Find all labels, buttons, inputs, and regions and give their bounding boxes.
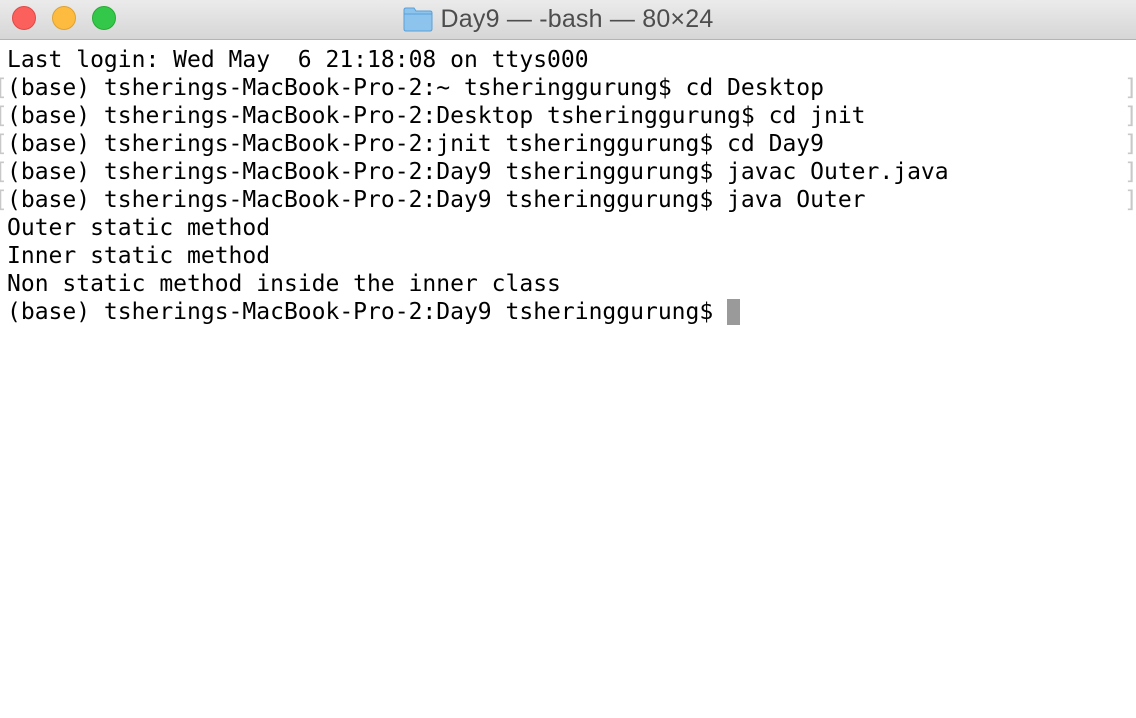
mark-left: [ <box>0 186 8 214</box>
mark-left: [ <box>0 158 8 186</box>
terminal-line: [(base) tsherings-MacBook-Pro-2:Day9 tsh… <box>0 158 1136 186</box>
folder-icon <box>403 7 433 32</box>
title-bar[interactable]: Day9 — -bash — 80×24 <box>0 0 1136 40</box>
window-title-area: Day9 — -bash — 80×24 <box>0 0 1136 38</box>
terminal-output[interactable]: Last login: Wed May 6 21:18:08 on ttys00… <box>0 46 1136 718</box>
terminal-line: [(base) tsherings-MacBook-Pro-2:Desktop … <box>0 102 1136 130</box>
terminal-line: Outer static method <box>7 215 271 241</box>
terminal-window: Day9 — -bash — 80×24 Last login: Wed May… <box>0 0 1136 718</box>
cursor <box>727 299 741 325</box>
mark-left: [ <box>0 102 8 130</box>
window-title: Day9 — -bash — 80×24 <box>440 4 714 33</box>
mark-right: ] <box>1124 158 1136 186</box>
mark-right: ] <box>1124 130 1136 158</box>
terminal-line: [(base) tsherings-MacBook-Pro-2:jnit tsh… <box>0 130 1136 158</box>
mark-right: ] <box>1124 102 1136 130</box>
prompt-line[interactable]: (base) tsherings-MacBook-Pro-2:Day9 tshe… <box>0 298 1136 326</box>
terminal-line: Last login: Wed May 6 21:18:08 on ttys00… <box>7 47 589 73</box>
terminal-line: [(base) tsherings-MacBook-Pro-2:Day9 tsh… <box>0 186 1136 214</box>
mark-right: ] <box>1124 186 1136 214</box>
mark-left: [ <box>0 74 8 102</box>
mark-right: ] <box>1124 74 1136 102</box>
prompt: (base) tsherings-MacBook-Pro-2:Day9 tshe… <box>7 299 714 325</box>
mark-left: [ <box>0 130 8 158</box>
terminal-line: Inner static method <box>7 243 271 269</box>
terminal-line: Non static method inside the inner class <box>7 271 561 297</box>
terminal-line: [(base) tsherings-MacBook-Pro-2:~ tsheri… <box>0 74 1136 102</box>
